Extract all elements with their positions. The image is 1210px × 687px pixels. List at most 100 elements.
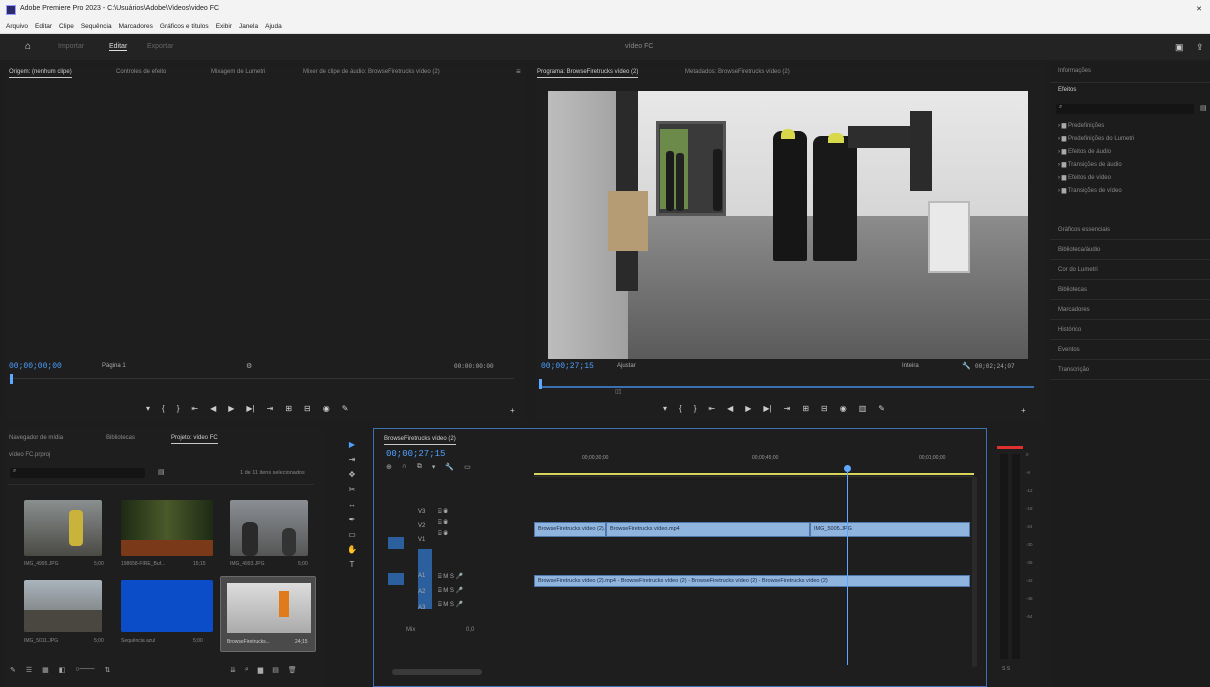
mark-in-icon[interactable]: { bbox=[162, 404, 165, 413]
program-timecode[interactable]: 00;00;27;15 bbox=[541, 362, 594, 371]
hand-tool-icon[interactable]: ✋ bbox=[347, 545, 357, 554]
add-button-icon[interactable]: + bbox=[1021, 406, 1026, 415]
clip-v1-1[interactable]: BrowseFiretrucks vídeo (2).mp4 bbox=[534, 522, 606, 537]
quality-dropdown[interactable]: Inteira bbox=[902, 363, 919, 369]
go-to-out-icon[interactable]: ⇥ bbox=[784, 404, 791, 413]
time-ruler[interactable]: 00;00;30;00 00;00;45;00 00;01;00;00 bbox=[534, 449, 974, 477]
thumb-blue-sequence[interactable] bbox=[121, 580, 213, 632]
add-button-icon[interactable]: + bbox=[510, 406, 515, 415]
work-area-bar[interactable] bbox=[534, 473, 974, 475]
effects-item-lumetri-presets[interactable]: › ▆ Predefinições do Lumetri bbox=[1058, 133, 1134, 146]
extract-icon[interactable]: ⊟ bbox=[821, 404, 828, 413]
thumb-browsefiretrucks-selected[interactable]: BrowseFiretrucks... 24;15 bbox=[220, 576, 316, 652]
freeform-view-icon[interactable]: ◧ bbox=[59, 666, 66, 674]
section-markers[interactable]: Marcadores bbox=[1050, 300, 1210, 320]
thumb-fire-forest[interactable] bbox=[121, 500, 213, 556]
solo-buttons[interactable]: S S bbox=[1002, 666, 1010, 672]
menu-marcadores[interactable]: Marcadores bbox=[119, 23, 153, 30]
ripple-edit-tool-icon[interactable]: ✥ bbox=[349, 470, 356, 479]
fullscreen-icon[interactable]: ▣ bbox=[1175, 42, 1184, 53]
program-scrub-bar[interactable] bbox=[539, 386, 1034, 388]
export-frame-icon[interactable]: ◉ bbox=[323, 404, 330, 413]
section-libraries[interactable]: Bibliotecas bbox=[1050, 280, 1210, 300]
export-frame-icon[interactable]: ◉ bbox=[840, 404, 847, 413]
home-icon[interactable]: ⌂ bbox=[25, 41, 31, 52]
play-icon[interactable]: ▶ bbox=[228, 404, 234, 413]
add-marker-icon[interactable]: ▾ bbox=[146, 404, 150, 413]
slip-tool-icon[interactable]: ↔ bbox=[348, 500, 356, 509]
section-essential-graphics[interactable]: Gráficos essenciais bbox=[1050, 220, 1210, 240]
section-events[interactable]: Eventos bbox=[1050, 340, 1210, 360]
lift-icon[interactable]: ⊞ bbox=[802, 404, 809, 413]
list-view-icon[interactable]: ☰ bbox=[26, 666, 32, 674]
timeline-playhead[interactable] bbox=[847, 465, 848, 665]
tab-libraries[interactable]: Bibliotecas bbox=[106, 432, 135, 444]
program-playhead[interactable] bbox=[539, 379, 542, 389]
track-select-tool-icon[interactable]: ⇥ bbox=[349, 455, 356, 464]
step-forward-icon[interactable]: ▶| bbox=[246, 404, 254, 413]
automate-icon[interactable]: ⇊ bbox=[230, 666, 236, 674]
page-selector[interactable]: Página 1 bbox=[102, 363, 126, 369]
tab-source[interactable]: Origem: (nenhum clipe) bbox=[9, 66, 72, 78]
add-marker-icon[interactable]: ▾ bbox=[432, 463, 436, 471]
tab-program[interactable]: Programa: BrowseFiretrucks vídeo (2) bbox=[537, 66, 639, 78]
mute-solo-icon[interactable]: ⌸ M S 🎤 bbox=[438, 573, 463, 581]
rectangle-tool-icon[interactable]: ▭ bbox=[348, 530, 356, 539]
info-header[interactable]: Informações bbox=[1058, 68, 1091, 74]
linked-selection-icon[interactable]: ⧉ bbox=[417, 463, 422, 471]
track-label-a3[interactable]: A3 bbox=[418, 605, 425, 611]
program-video-frame[interactable] bbox=[548, 91, 1028, 359]
effects-title[interactable]: Efeitos bbox=[1058, 87, 1076, 93]
tab-media-browser[interactable]: Navegador de mídia bbox=[9, 432, 63, 444]
selection-tool-icon[interactable]: ▶ bbox=[349, 440, 355, 449]
overwrite-icon[interactable]: ⊟ bbox=[304, 404, 311, 413]
track-label-v2[interactable]: V2 bbox=[418, 523, 425, 529]
menu-ajuda[interactable]: Ajuda bbox=[265, 23, 282, 30]
effects-item-audio-transitions[interactable]: › ▆ Transições de áudio bbox=[1058, 159, 1134, 172]
new-bin-icon[interactable]: ▆ bbox=[258, 666, 263, 674]
go-to-in-icon[interactable]: ⇤ bbox=[191, 404, 198, 413]
panel-menu-icon[interactable]: ≡ bbox=[516, 67, 521, 76]
toggle-sync-lock-icon[interactable]: ⌸ ◉ bbox=[438, 531, 448, 538]
tab-editar[interactable]: Editar bbox=[109, 43, 128, 51]
section-lumetri-color[interactable]: Cor do Lumetri bbox=[1050, 260, 1210, 280]
clip-v1-3[interactable]: IMG_5005.JPG bbox=[810, 522, 970, 537]
source-scrub-bar[interactable] bbox=[9, 378, 514, 379]
add-marker-icon[interactable]: ▾ bbox=[663, 404, 667, 413]
clip-a1[interactable]: BrowseFiretrucks vídeo (2).mp4 - BrowseF… bbox=[534, 575, 970, 587]
track-label-v3[interactable]: V3 bbox=[418, 509, 425, 515]
effects-item-video-transitions[interactable]: › ▆ Transições de vídeo bbox=[1058, 185, 1134, 198]
trash-icon[interactable]: 🗑 bbox=[288, 666, 297, 674]
thumb-img-4995[interactable] bbox=[24, 500, 102, 556]
track-target-column[interactable] bbox=[418, 549, 432, 609]
track-label-a2[interactable]: A2 bbox=[418, 589, 425, 595]
mark-in-icon[interactable]: { bbox=[679, 404, 682, 413]
playhead-handle[interactable] bbox=[844, 465, 851, 472]
menu-editar[interactable]: Editar bbox=[35, 23, 52, 30]
bin-icon[interactable]: ▤ bbox=[158, 468, 165, 476]
clip-v1-2[interactable]: BrowseFiretrucks vídeo.mp4 bbox=[606, 522, 810, 537]
source-timecode[interactable]: 00;00;00;00 bbox=[9, 362, 62, 371]
track-label-a1[interactable]: A1 bbox=[418, 573, 425, 579]
pen-tool-icon[interactable]: ✒ bbox=[349, 515, 356, 524]
menu-graficos[interactable]: Gráficos e títulos bbox=[160, 23, 209, 30]
zoom-slider[interactable]: ○─── bbox=[75, 666, 94, 674]
tab-sequence[interactable]: BrowseFiretrucks vídeo (2) bbox=[384, 433, 456, 445]
wrench-icon[interactable]: 🔧 bbox=[445, 463, 454, 471]
wrench-icon[interactable]: 🔧 bbox=[962, 362, 971, 370]
step-forward-icon[interactable]: ▶| bbox=[763, 404, 771, 413]
search-bin-icon[interactable]: ⌕ bbox=[245, 666, 249, 674]
button-editor-icon[interactable]: ✎ bbox=[342, 404, 349, 413]
mark-out-icon[interactable]: } bbox=[694, 404, 697, 413]
menu-exibir[interactable]: Exibir bbox=[216, 23, 232, 30]
toggle-sync-lock-icon[interactable]: ⌸ ◉ bbox=[438, 509, 448, 516]
razor-tool-icon[interactable]: ✂ bbox=[349, 485, 356, 494]
toggle-sync-lock-icon[interactable]: ⌸ ◉ bbox=[438, 520, 448, 527]
type-tool-icon[interactable]: T bbox=[350, 560, 355, 569]
go-to-out-icon[interactable]: ⇥ bbox=[267, 404, 274, 413]
menu-arquivo[interactable]: Arquivo bbox=[6, 23, 28, 30]
tab-exportar[interactable]: Exportar bbox=[147, 43, 173, 50]
track-label-v1[interactable]: V1 bbox=[418, 537, 425, 543]
tab-metadata[interactable]: Metadados: BrowseFiretrucks vídeo (2) bbox=[685, 66, 790, 78]
mute-solo-icon[interactable]: ⌸ M S 🎤 bbox=[438, 587, 463, 595]
